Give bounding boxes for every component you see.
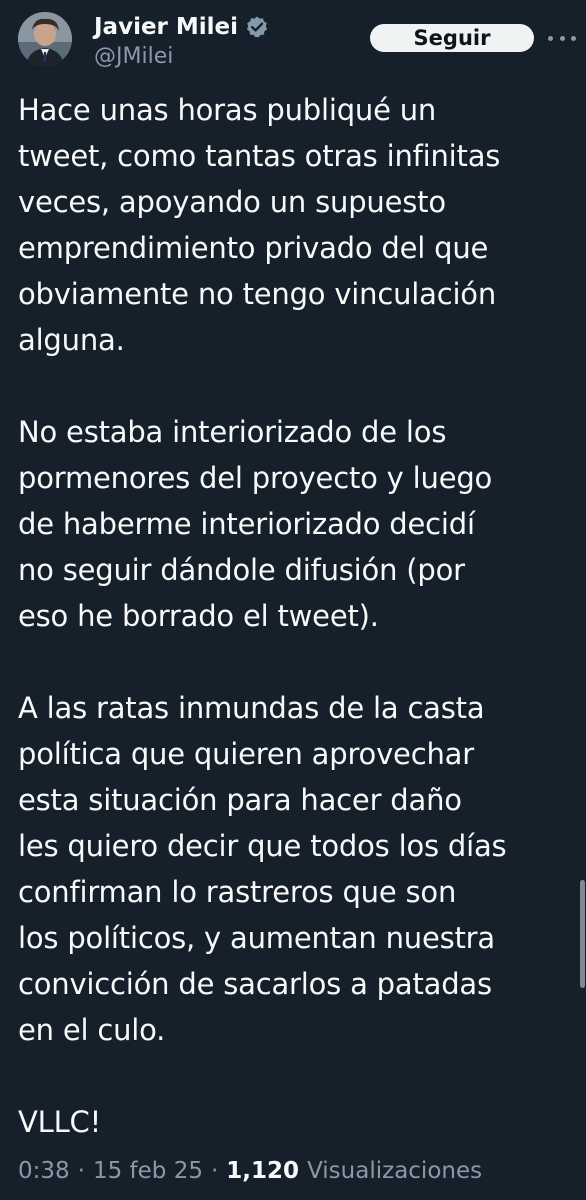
tweet-paragraph-1: Hace unas horas publiqué un tweet, como … — [18, 93, 501, 357]
tweet-page: Javier Milei @JMilei Seguir Hace unas ho… — [0, 0, 586, 1200]
more-dot — [559, 35, 565, 41]
tweet-paragraph-2: No estaba interiorizado de los pormenore… — [18, 415, 493, 633]
meta-separator: · — [210, 1158, 219, 1184]
tweet-paragraph-3: A las ratas inmundas de la casta polític… — [18, 691, 507, 1047]
more-options-icon[interactable] — [548, 25, 576, 51]
author-name-row: Javier Milei — [94, 12, 269, 42]
tweet-date[interactable]: 15 feb 25 — [93, 1158, 203, 1184]
tweet-text: Hace unas horas publiqué un tweet, como … — [18, 87, 574, 1145]
more-dot — [548, 35, 553, 41]
tweet-paragraph-4: VLLC! — [18, 1105, 102, 1139]
tweet-time[interactable]: 0:38 — [18, 1158, 70, 1184]
more-dot — [571, 35, 576, 41]
views-count[interactable]: 1,120 — [226, 1158, 299, 1184]
meta-separator: · — [77, 1158, 85, 1184]
verified-badge-icon — [245, 15, 269, 39]
avatar-image — [18, 12, 72, 66]
tweet-header: Javier Milei @JMilei Seguir — [18, 10, 578, 72]
scrollbar-thumb[interactable] — [580, 880, 585, 988]
follow-button[interactable]: Seguir — [370, 24, 534, 52]
views-label[interactable]: Visualizaciones — [307, 1158, 482, 1184]
author-handle[interactable]: @JMilei — [94, 44, 173, 69]
avatar[interactable] — [18, 12, 72, 66]
author-display-name[interactable]: Javier Milei — [94, 14, 238, 40]
tweet-metadata: 0:38 · 15 feb 25 · 1,120 Visualizaciones — [18, 1158, 482, 1184]
